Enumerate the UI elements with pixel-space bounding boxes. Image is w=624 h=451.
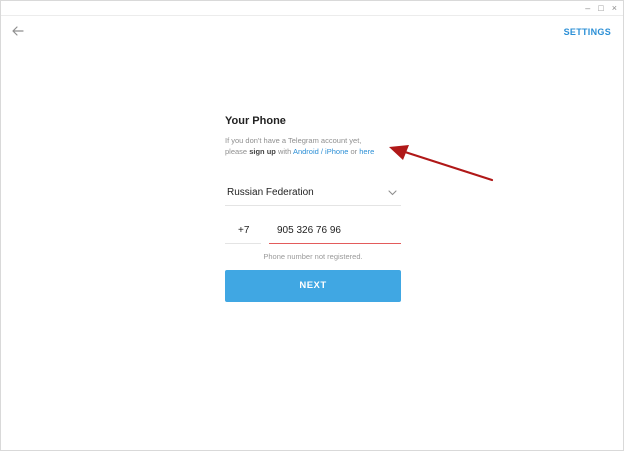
android-iphone-link[interactable]: Android / iPhone bbox=[293, 147, 348, 156]
desc-please: please bbox=[225, 147, 250, 156]
title-bar: – □ × bbox=[1, 1, 623, 16]
chevron-down-icon bbox=[388, 190, 397, 196]
arrow-left-icon[interactable] bbox=[11, 24, 25, 38]
page-title: Your Phone bbox=[225, 115, 286, 127]
country-select[interactable]: Russian Federation bbox=[225, 183, 401, 206]
close-icon[interactable]: × bbox=[612, 2, 617, 14]
country-value: Russian Federation bbox=[227, 187, 314, 198]
annotation-arrow-icon bbox=[389, 145, 494, 182]
desc-with: with bbox=[275, 147, 293, 156]
phone-form: Your Phone If you don't have a Telegram … bbox=[225, 113, 401, 302]
app-window: – □ × SETTINGS Your Phone If you don't h… bbox=[0, 0, 624, 451]
country-code-value: +7 bbox=[238, 225, 250, 236]
signup-description: If you don't have a Telegram account yet… bbox=[225, 135, 401, 157]
error-message: Phone number not registered. bbox=[263, 252, 363, 261]
country-code-field[interactable]: +7 bbox=[225, 221, 261, 244]
settings-button[interactable]: SETTINGS bbox=[564, 27, 611, 37]
desc-line-2: please sign up with Android / iPhone or … bbox=[225, 146, 401, 157]
maximize-icon[interactable]: □ bbox=[598, 2, 603, 14]
phone-number-input[interactable]: 905 326 76 96 bbox=[269, 221, 401, 244]
window-controls: – □ × bbox=[585, 2, 617, 14]
phone-number-value: 905 326 76 96 bbox=[277, 225, 341, 236]
minimize-icon[interactable]: – bbox=[585, 2, 590, 14]
desc-signup: sign up bbox=[249, 147, 276, 156]
here-link[interactable]: here bbox=[359, 147, 374, 156]
desc-line-1: If you don't have a Telegram account yet… bbox=[225, 136, 362, 145]
desc-or: or bbox=[348, 147, 360, 156]
next-button[interactable]: NEXT bbox=[225, 270, 401, 302]
